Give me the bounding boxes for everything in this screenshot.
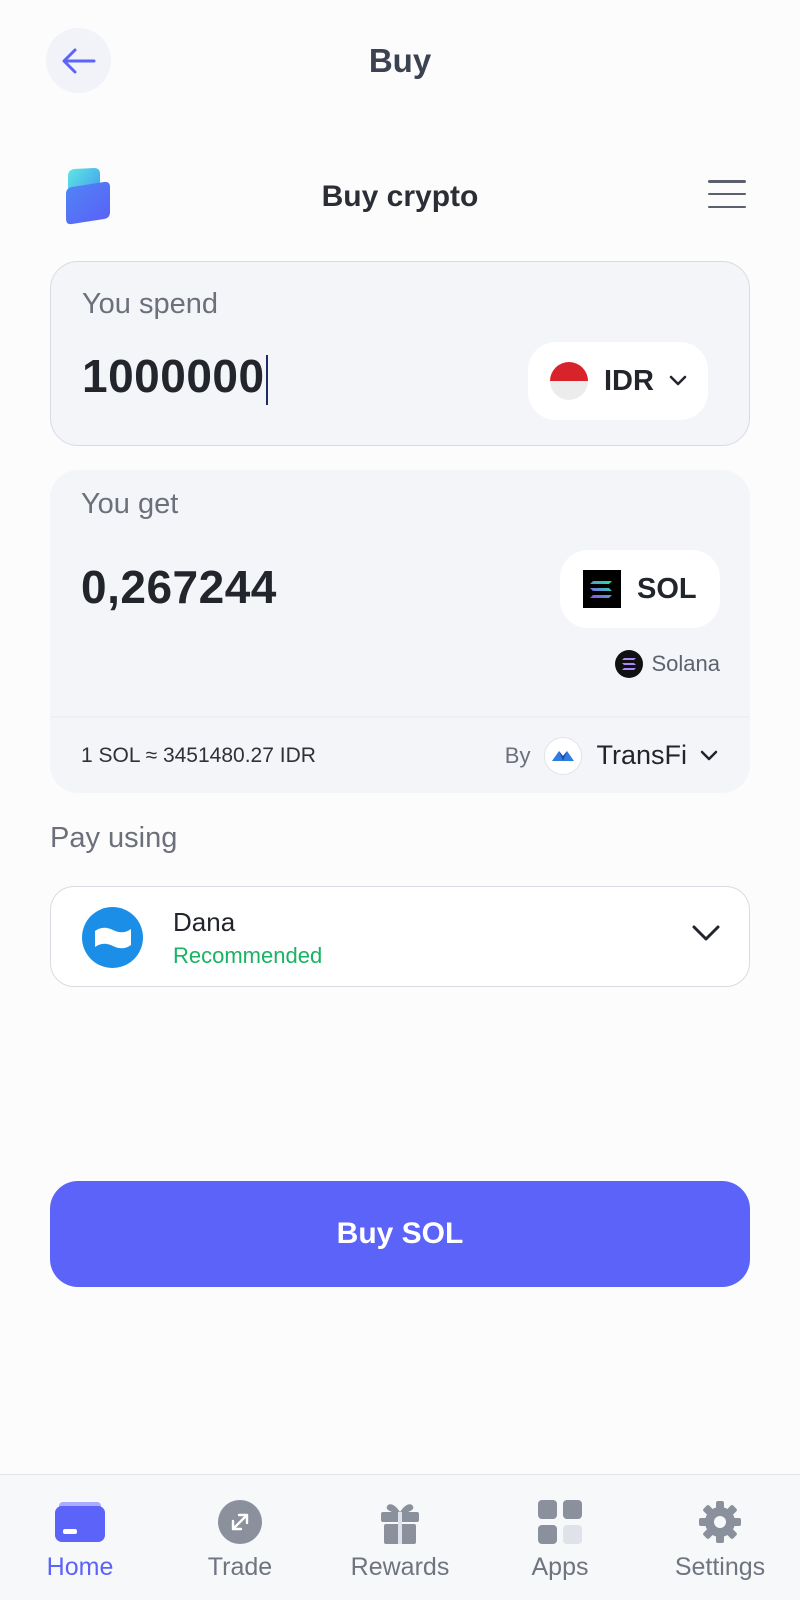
payment-method-selector[interactable]: Dana Recommended [50, 886, 750, 987]
network-name: Solana [651, 651, 720, 676]
recommended-badge: Recommended [173, 943, 323, 968]
payment-method-name: Dana [173, 907, 236, 937]
menu-line [708, 180, 746, 183]
spend-amount-input[interactable]: 1000000 [82, 349, 268, 405]
gear-icon [695, 1499, 745, 1545]
wallet-icon [55, 1499, 105, 1545]
bottom-nav: Home Trade Rewards Apps Settings [0, 1474, 800, 1600]
apps-grid-icon [535, 1499, 585, 1545]
chevron-down-icon [700, 750, 718, 760]
network-badge: Solana [615, 650, 720, 678]
exchange-rate: 1 SOL ≈ 3451480.27 IDR [81, 743, 316, 767]
menu-line [708, 205, 746, 208]
chevron-down-icon [692, 925, 720, 941]
receive-amount: 0,267244 [81, 561, 277, 613]
nav-trade[interactable]: Trade [160, 1475, 320, 1600]
fiat-currency-selector[interactable]: IDR [528, 342, 708, 420]
nav-label: Home [46, 1553, 114, 1581]
solana-logo-icon [583, 570, 621, 608]
provider-name: TransFi [596, 740, 687, 770]
by-label: By [504, 742, 531, 768]
page-title: Buy [368, 42, 432, 79]
nav-label: Settings [674, 1553, 766, 1581]
menu-line [708, 192, 746, 196]
receive-card: You get 0,267244 SOL Solana 1 SOL ≈ 3451… [50, 470, 750, 793]
widget-title: Buy crypto [321, 180, 479, 213]
nav-label: Rewards [350, 1553, 450, 1581]
solana-network-icon [615, 650, 644, 678]
nav-rewards[interactable]: Rewards [320, 1475, 480, 1600]
text-caret [265, 354, 268, 405]
nav-home[interactable]: Home [0, 1475, 160, 1600]
provider-selector[interactable]: By TransFi [504, 736, 719, 775]
gift-icon [375, 1499, 425, 1545]
fiat-currency-code: IDR [604, 364, 654, 397]
crypto-code: SOL [637, 572, 697, 605]
spend-card: You spend 1000000 IDR [50, 261, 750, 446]
buy-button[interactable]: Buy SOL [50, 1181, 750, 1287]
nav-label: Apps [531, 1553, 589, 1581]
menu-button[interactable] [708, 180, 746, 208]
trade-icon [215, 1499, 265, 1545]
indonesia-flag-icon [550, 362, 588, 400]
quote-row: 1 SOL ≈ 3451480.27 IDR By TransFi [50, 716, 750, 793]
pay-using-label: Pay using [50, 822, 178, 854]
spend-amount-value: 1000000 [82, 350, 265, 402]
widget-header: Buy crypto [0, 168, 800, 228]
spend-label: You spend [82, 288, 219, 320]
crypto-selector[interactable]: SOL [560, 550, 720, 628]
dana-logo-icon [82, 907, 143, 968]
chevron-down-icon [669, 375, 687, 386]
nav-label: Trade [207, 1553, 273, 1581]
app-header: Buy [0, 0, 800, 130]
nav-settings[interactable]: Settings [640, 1475, 800, 1600]
nav-apps[interactable]: Apps [480, 1475, 640, 1600]
transfi-logo-icon [544, 736, 583, 775]
receive-label: You get [81, 488, 179, 520]
